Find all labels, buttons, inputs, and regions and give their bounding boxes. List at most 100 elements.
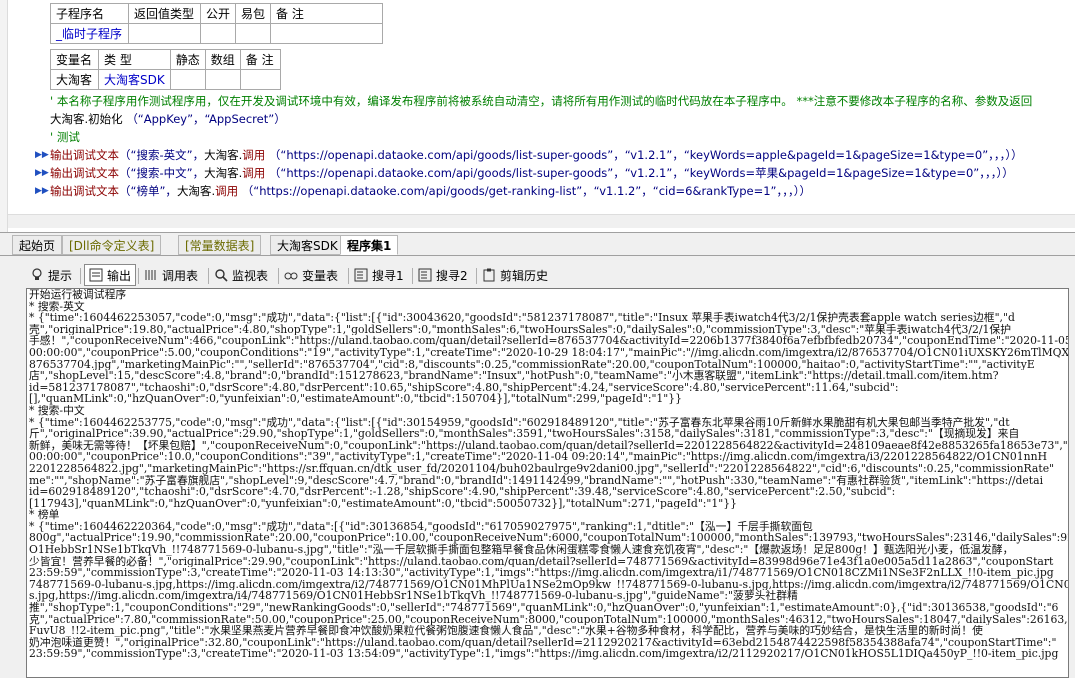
output-line: * 搜索-英文 — [29, 300, 85, 313]
method-name: .初始化 — [84, 112, 123, 126]
column-header: 易包 — [235, 3, 272, 24]
code-line-call[interactable]: ▶▶ 输出调试文本（“搜索-英文”，大淘客.调用 （“https://opena… — [30, 146, 1075, 164]
output-line: 克","actualPrice":7.80,"commissionRate":5… — [29, 613, 1068, 626]
debug-arrow-icon: ▶▶ — [35, 150, 49, 160]
output-line: 00:00:00","couponPrice":10.0,"couponCond… — [29, 451, 1047, 463]
code-line-call[interactable]: ▶▶ 输出调试文本（“榜单”，大淘客.调用 （“https://openapi.… — [30, 182, 1075, 200]
code-line-call[interactable]: ▶▶ 输出调试文本（“搜索-中文”，大淘客.调用 （“https://opena… — [30, 164, 1075, 182]
output-line: [117943],"quanMLink":0,"hzQuanOver":0,"y… — [29, 497, 737, 510]
public-cell[interactable] — [199, 23, 237, 44]
tab-program-set[interactable]: 程序集1 — [340, 235, 399, 255]
column-header: 类 型 — [98, 49, 171, 70]
toolbar-divider — [278, 268, 279, 284]
output-line: s.jpg,https://img.alicdn.com/imgextra/i4… — [29, 590, 798, 603]
lightbulb-icon — [30, 267, 44, 281]
tab-output[interactable]: 输出 — [84, 264, 137, 286]
output-line: 00:00:00","couponPrice":5.00,"couponCond… — [29, 346, 1068, 359]
object-name: 大淘客 — [204, 166, 239, 180]
toolbar-divider — [80, 268, 81, 284]
debug-label: 搜索-英文 — [136, 148, 187, 162]
remark-cell[interactable] — [270, 23, 384, 44]
tab-dll-commands[interactable]: [Dll命令定义表] — [62, 235, 162, 255]
call-args: （“AppKey”，“AppSecret”） — [126, 112, 286, 126]
function-name: 输出调试文本 — [50, 148, 119, 162]
code-line-comment[interactable]: ' 测试 — [30, 128, 1075, 146]
output-line: 2201228564822.jpg","marketingMainPic":"h… — [29, 462, 1055, 475]
tab-call-stack[interactable]: 调用表 — [144, 265, 198, 287]
output-line: * 榜单 — [29, 509, 60, 521]
variable-declaration-table: 变量名 类 型 静态 数组 备 注 大淘客 大淘客SDK — [50, 49, 281, 90]
tab-constants[interactable]: [常量数据表] — [178, 235, 262, 255]
toolbar-divider — [208, 268, 209, 284]
output-line: 壳","originalPrice":19.80,"actualPrice":4… — [29, 323, 1011, 336]
punct: ”， — [186, 148, 205, 162]
tab-watch[interactable]: 监视表 — [214, 265, 268, 287]
return-type-cell[interactable] — [128, 23, 201, 44]
debug-arrow-icon: ▶▶ — [35, 186, 49, 196]
tab-label: 调用表 — [162, 269, 199, 283]
tab-label: 剪辑历史 — [500, 269, 549, 283]
column-header: 静态 — [169, 49, 206, 70]
code-body[interactable]: ' 本名称子程序用作测试程序用，仅在开发及调试环境中有效，编译发布程序前将被系统… — [30, 92, 1075, 200]
column-header: 公开 — [199, 3, 237, 24]
output-line: 748771569-0-lubanu-s.jpg,https://img.ali… — [29, 578, 1068, 591]
output-line: 推","shopType":1,"couponConditions":"29",… — [29, 602, 1059, 614]
code-editor[interactable]: 子程序名 返回值类型 公开 易包 备 注 _临时子程序 变量名 类 型 静态 数… — [0, 0, 1075, 232]
column-header: 变量名 — [50, 49, 99, 70]
init-statement: 大淘客.初始化 （“AppKey”，“AppSecret”） — [50, 110, 286, 128]
output-line: * 搜索-中文 — [29, 404, 85, 417]
code-line-comment[interactable]: ' 本名称子程序用作测试程序用，仅在开发及调试环境中有效，编译发布程序前将被系统… — [30, 92, 1075, 110]
tab-label: 搜寻2 — [436, 269, 468, 283]
tab-clipboard-history[interactable]: 剪辑历史 — [482, 265, 548, 287]
output-line: 店","shopLevel":15,"descScore":4.8,"brand… — [29, 370, 999, 382]
call-statement: 输出调试文本（“搜索-中文”，大淘客.调用 （“https://openapi.… — [50, 164, 1014, 182]
variable-type-cell[interactable]: 大淘客SDK — [98, 69, 171, 90]
variable-header-row: 变量名 类 型 静态 数组 备 注 — [50, 49, 281, 70]
function-name: 输出调试文本 — [50, 166, 119, 180]
output-line: * {"time":1604462220364,"code":0,"msg":"… — [29, 520, 813, 533]
subroutine-row[interactable]: _临时子程序 — [50, 23, 384, 44]
code-line-init[interactable]: 大淘客.初始化 （“AppKey”，“AppSecret”） — [30, 110, 1075, 128]
tab-search-1[interactable]: 搜寻1 — [354, 265, 404, 287]
array-cell[interactable] — [204, 69, 241, 90]
variable-name-cell[interactable]: 大淘客 — [50, 69, 99, 90]
tab-start-page[interactable]: 起始页 — [12, 235, 63, 255]
remark-cell[interactable] — [239, 69, 281, 90]
static-cell[interactable] — [169, 69, 206, 90]
magnifier-icon — [214, 267, 228, 282]
toolbar-divider — [476, 268, 477, 284]
output-line: [],"quanMLink":0,"hzQuanOver":0,"yunfeix… — [29, 393, 683, 405]
tab-search-2[interactable]: 搜寻2 — [418, 265, 468, 287]
output-line: 少皆宜！营养早餐的必备！","originalPrice":29.90,"cou… — [29, 555, 1054, 568]
tab-label: 提示 — [48, 269, 73, 283]
output-line: 800g","actualPrice":19.90,"commissionRat… — [29, 532, 1068, 545]
output-textbox[interactable]: 开始运行被调试程序 * 搜索-英文 * {"time":1604462253057,… — [26, 288, 1069, 678]
output-line: id=602918489120","tchaoshi":0,"dsrScore"… — [29, 486, 896, 498]
output-icon — [89, 267, 103, 282]
output-line: 奶冲泡味道更赞！","originalPrice":32.80,"couponL… — [29, 636, 1057, 649]
search-list-icon — [354, 267, 368, 282]
tab-hints[interactable]: 提示 — [30, 265, 72, 287]
app-window: 子程序名 返回值类型 公开 易包 备 注 _临时子程序 变量名 类 型 静态 数… — [0, 0, 1075, 678]
output-line: 23:59:59","commissionType":3,"createTime… — [29, 567, 1054, 579]
panel-right-margin — [1069, 286, 1075, 678]
output-line: 23:59:59","commissionType":3,"createTime… — [29, 648, 1059, 660]
tab-variables[interactable]: 变量表 — [284, 265, 338, 287]
method-name: 调用 — [242, 148, 266, 162]
call-stack-icon — [144, 267, 158, 281]
subroutine-name-cell[interactable]: _临时子程序 — [50, 23, 129, 44]
column-header: 数组 — [204, 49, 241, 70]
tab-dataoke-sdk[interactable]: 大淘客SDK — [270, 235, 345, 255]
output-line: 斤","originalPrice":39.90,"actualPrice":2… — [29, 428, 1020, 440]
output-line: * {"time":1604462253057,"code":0,"msg":"… — [29, 312, 1015, 324]
output-line: id=581237178087","tchaoshi":0,"dsrScore"… — [29, 381, 899, 394]
call-statement: 输出调试文本（“榜单”，大淘客.调用 （“https://openapi.dat… — [50, 182, 811, 200]
variable-row[interactable]: 大淘客 大淘客SDK — [50, 69, 281, 90]
panel-splitter[interactable] — [0, 256, 1075, 264]
search-list-icon — [418, 267, 432, 282]
debug-label: 榜单 — [136, 184, 160, 198]
easy-package-cell[interactable] — [235, 23, 272, 44]
output-line: 开始运行被调试程序 — [29, 289, 127, 301]
function-name: 输出调试文本 — [50, 184, 119, 198]
horizontal-scrollbar[interactable] — [8, 214, 1075, 228]
